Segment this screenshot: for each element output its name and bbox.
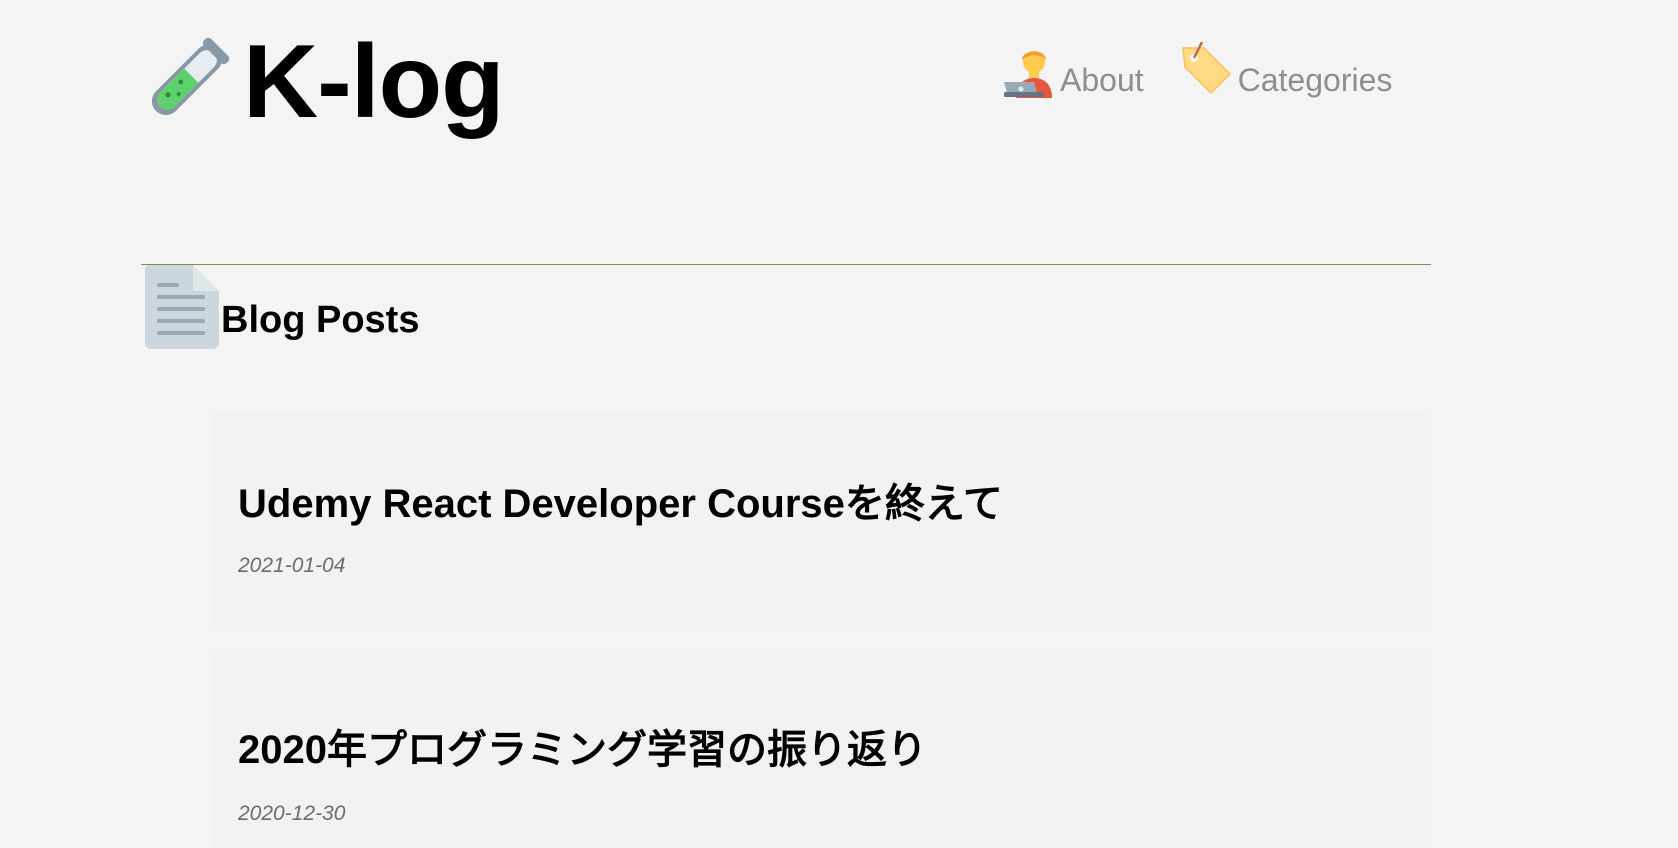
site-title-link[interactable]: K-log [140,24,505,140]
main-nav: About Categories [1002,42,1392,98]
nav-categories-label: Categories [1237,62,1393,98]
section-title: Blog Posts [221,299,420,341]
nav-about-label: About [1060,62,1144,98]
test-tube-icon [151,37,230,116]
post-card[interactable]: Udemy React Developer Courseを終えて 2021-01… [211,412,1430,629]
post-card[interactable]: 2020年プログラミング学習の振り返り 2020-12-30 [211,650,1430,848]
post-title[interactable]: 2020年プログラミング学習の振り返り [238,726,927,774]
label-tag-icon [1181,42,1231,95]
section-heading: Blog Posts [145,265,419,349]
nav-categories-link[interactable]: Categories [1178,42,1393,98]
post-date: 2020-12-30 [238,802,346,825]
page-document-icon [145,265,219,349]
site-title: K-log [243,24,505,140]
page: K-log About Categories Blog Posts Udemy … [0,0,1678,848]
post-title[interactable]: Udemy React Developer Courseを終えて [238,480,1003,528]
nav-about-link[interactable]: About [1002,42,1144,98]
post-date: 2021-01-04 [238,554,346,577]
technologist-icon [1004,51,1052,98]
